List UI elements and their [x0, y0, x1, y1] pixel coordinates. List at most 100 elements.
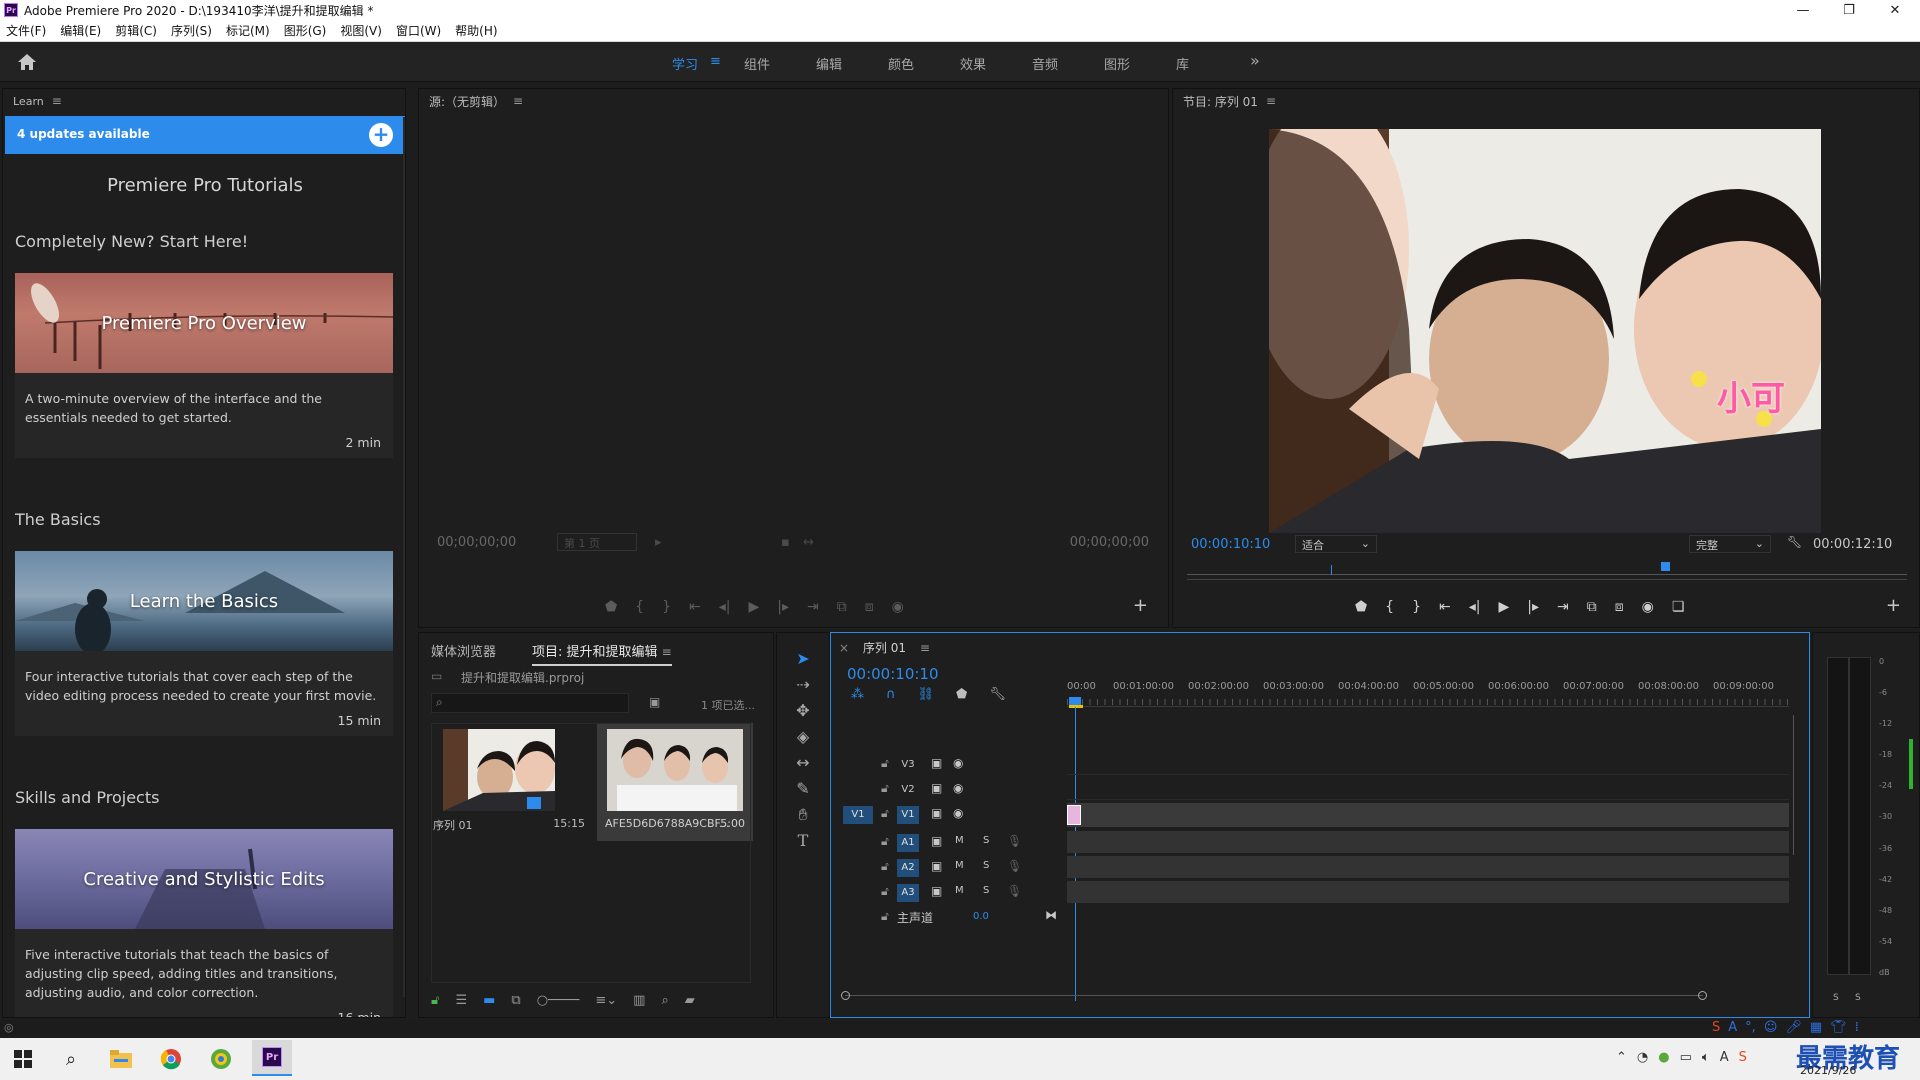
mute-button[interactable]: M [955, 860, 964, 871]
track-label[interactable]: V1 [897, 806, 919, 824]
timeline-vertical-scrollbar[interactable] [1793, 715, 1794, 855]
panel-menu-icon[interactable]: ≡ [1266, 94, 1276, 108]
freeform-view-icon[interactable]: ⧉ [511, 993, 520, 1008]
workspace-menu-icon[interactable]: ≡ [710, 54, 721, 69]
scroll-handle-end[interactable] [1698, 991, 1707, 1000]
nest-icon[interactable]: ⁂ [851, 687, 864, 702]
menu-file[interactable]: 文件(F) [6, 22, 46, 39]
track-lock-icon[interactable]: 🔓︎ [881, 756, 889, 771]
sync-lock-icon[interactable]: ▣ [931, 884, 942, 898]
workspace-tab-editing[interactable]: 编辑 [816, 54, 842, 73]
play-icon[interactable]: ▶ [749, 599, 760, 615]
ime-lang-icon[interactable]: A [1728, 1020, 1737, 1038]
work-area-bar[interactable] [1069, 705, 1083, 708]
icon-view-icon[interactable]: ▬ [483, 993, 495, 1008]
ime-voice-icon[interactable]: 🎤︎ [1785, 1020, 1802, 1038]
settings-icon[interactable]: ▪ [781, 535, 790, 550]
workspace-tab-libraries[interactable]: 库 [1176, 54, 1189, 73]
minimize-button[interactable]: — [1780, 0, 1826, 20]
menu-edit[interactable]: 编辑(E) [60, 22, 101, 39]
bin-item-clip[interactable]: AFE5D6D6788A9CBF... 5:00 [597, 723, 753, 841]
program-scrubber[interactable] [1187, 562, 1907, 575]
scroll-handle-start[interactable] [841, 991, 850, 1000]
track-lane[interactable] [1067, 803, 1789, 827]
tray-overflow-icon[interactable]: ⌃ [1616, 1050, 1627, 1065]
menu-clip[interactable]: 剪辑(C) [115, 22, 157, 39]
workspace-tab-color[interactable]: 颜色 [888, 54, 914, 73]
workspace-tab-audio[interactable]: 音频 [1032, 54, 1058, 73]
play-arrow-icon[interactable]: ▸ [655, 535, 662, 550]
microphone-icon[interactable]: 🎙︎ [1007, 884, 1022, 898]
program-timecode[interactable]: 00:00:10:10 [1191, 537, 1270, 552]
insert-icon[interactable]: ↔ [803, 535, 814, 550]
timeline-marker-icon[interactable]: ⬟ [956, 687, 967, 702]
tray-ime-logo-icon[interactable]: S [1739, 1050, 1747, 1065]
new-bin-icon[interactable]: ▣ [649, 695, 660, 709]
ripple-edit-tool-icon[interactable]: ✥ [792, 701, 814, 721]
track-lock-icon[interactable]: 🔓︎ [881, 834, 889, 849]
mute-button[interactable]: M [955, 835, 964, 846]
home-icon[interactable] [16, 52, 38, 72]
ime-logo-icon[interactable]: S [1712, 1020, 1720, 1038]
sync-lock-icon[interactable]: ▣ [931, 834, 942, 848]
slip-tool-icon[interactable]: ↔ [792, 753, 814, 773]
pen-tool-icon[interactable]: ✎ [792, 779, 814, 799]
meter-solo-left[interactable]: S [1833, 993, 1839, 1003]
windows-start-icon[interactable] [6, 1044, 40, 1074]
mute-button[interactable]: M [955, 885, 964, 896]
ime-tools-icon[interactable]: ⁞ [1855, 1020, 1859, 1038]
go-to-out-icon[interactable]: ⇥ [1557, 599, 1569, 615]
track-lock-icon[interactable]: 🔓︎ [881, 781, 889, 796]
find-icon[interactable]: ⌕ [661, 993, 668, 1008]
meter-solo-right[interactable]: S [1855, 993, 1861, 1003]
track-label[interactable]: V3 [897, 756, 919, 774]
track-label[interactable]: V2 [897, 781, 919, 799]
solo-button[interactable]: S [983, 885, 989, 896]
source-timecode-in[interactable]: 00;00;00;00 [437, 535, 516, 550]
menu-graphics[interactable]: 图形(G) [284, 22, 327, 39]
tutorial-card-overview[interactable]: Premiere Pro Overview A two-minute overv… [15, 273, 393, 458]
premiere-taskbar-button[interactable]: Pr [252, 1040, 292, 1076]
solo-button[interactable]: S [983, 860, 989, 871]
track-label[interactable]: A2 [897, 859, 919, 877]
track-label[interactable]: A1 [897, 834, 919, 852]
tray-notification-icon[interactable]: ◔ [1637, 1050, 1648, 1065]
add-button-icon[interactable]: + [1886, 595, 1901, 616]
add-button-icon[interactable]: + [1133, 595, 1148, 616]
track-lock-icon[interactable]: 🔓︎ [881, 884, 889, 899]
source-page-dropdown[interactable]: 第 1 页 [557, 533, 637, 551]
mark-out-icon[interactable]: } [662, 599, 671, 615]
track-lane[interactable] [1067, 881, 1789, 903]
add-marker-icon[interactable]: ⬟ [605, 599, 617, 615]
tray-network-icon[interactable]: ▭ [1680, 1050, 1692, 1065]
step-back-icon[interactable]: ◂| [719, 599, 731, 615]
microphone-icon[interactable]: 🎙︎ [1007, 859, 1022, 873]
quality-dropdown[interactable]: 完整 ⌄ [1689, 535, 1771, 553]
tray-security-icon[interactable]: ● [1658, 1050, 1669, 1065]
chrome-icon[interactable] [154, 1044, 188, 1074]
browser-icon[interactable] [204, 1044, 238, 1074]
microphone-icon[interactable]: 🎙︎ [1007, 834, 1022, 848]
new-item-icon[interactable]: ▰ [685, 993, 695, 1008]
selection-tool-icon[interactable]: ➤ [792, 649, 814, 669]
menu-sequence[interactable]: 序列(S) [171, 22, 212, 39]
add-marker-icon[interactable]: ⬟ [1355, 599, 1367, 615]
menu-window[interactable]: 窗口(W) [396, 22, 441, 39]
program-zoom-bar[interactable] [1187, 579, 1907, 580]
playhead-marker[interactable] [1661, 562, 1670, 571]
tutorial-card-basics[interactable]: Learn the Basics Four interactive tutori… [15, 551, 393, 736]
timeline-timecode[interactable]: 00:00:10:10 [847, 665, 939, 683]
go-to-end-icon[interactable]: ⧓ [1045, 908, 1057, 922]
close-tab-icon[interactable]: × [839, 641, 849, 655]
updates-banner[interactable]: 4 updates available + [5, 116, 405, 154]
project-search-input[interactable]: ⌕ [431, 693, 629, 713]
workspace-tab-learn[interactable]: 学习 [672, 54, 698, 73]
razor-tool-icon[interactable]: ◈ [792, 727, 814, 747]
track-lock-icon[interactable]: 🔓︎ [881, 806, 889, 821]
play-icon[interactable]: ▶ [1499, 599, 1510, 615]
timeline-clip[interactable] [1067, 805, 1081, 825]
overwrite-clip-icon[interactable]: ⧈ [865, 599, 874, 615]
step-forward-icon[interactable]: |▸ [777, 599, 789, 615]
sync-lock-icon[interactable]: ▣ [931, 806, 942, 820]
step-forward-icon[interactable]: |▸ [1527, 599, 1539, 615]
